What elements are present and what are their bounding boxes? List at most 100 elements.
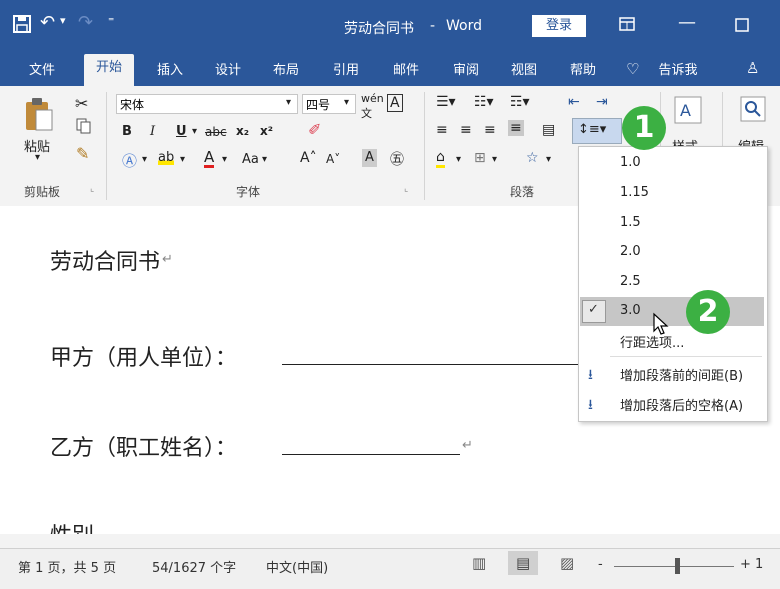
phonetic-guide-icon[interactable]: wén 文 <box>361 92 384 121</box>
line-spacing-option[interactable]: 1.0 <box>620 155 641 170</box>
clipboard-launcher-icon[interactable]: ⌞ <box>90 184 94 194</box>
bold-icon[interactable]: B <box>122 124 132 139</box>
subscript-icon[interactable]: x₂ <box>236 124 249 138</box>
customize-qat-icon[interactable]: ⁼ <box>108 14 114 28</box>
shading-dropdown-icon[interactable]: ▾ <box>456 154 461 165</box>
document-title: 劳动合同书 <box>344 21 414 37</box>
styles-icon[interactable]: A <box>674 96 702 124</box>
share-user-icon[interactable]: ♙ <box>746 59 759 77</box>
chinese-layout-icon[interactable]: ☆ <box>526 150 539 166</box>
align-right-icon[interactable]: ≡ <box>484 122 496 138</box>
undo-icon[interactable]: ↶ <box>40 12 55 33</box>
text-effects-icon[interactable]: Ⓐ <box>122 150 137 171</box>
line-spacing-option[interactable]: 1.5 <box>620 215 641 230</box>
underline-dropdown-icon[interactable]: ▾ <box>192 126 197 137</box>
font-name-combo[interactable]: 宋体 <box>116 94 298 114</box>
separator <box>424 92 425 200</box>
undo-dropdown-icon[interactable]: ▾ <box>60 14 66 27</box>
font-color-icon[interactable]: A <box>204 149 215 168</box>
strikethrough-icon[interactable]: abc <box>205 125 227 139</box>
tab-layout[interactable]: 布局 <box>268 58 304 84</box>
bullets-icon[interactable]: ☰▾ <box>436 94 456 110</box>
borders-dropdown-icon[interactable]: ▾ <box>492 154 497 165</box>
line-spacing-option[interactable]: 2.5 <box>620 274 641 289</box>
status-bar <box>0 548 780 589</box>
highlight-dropdown-icon[interactable]: ▾ <box>180 154 185 165</box>
change-case-label[interactable]: Aa <box>242 152 259 167</box>
find-icon[interactable] <box>740 96 766 122</box>
enclose-characters-icon[interactable]: ㊄ <box>390 149 404 169</box>
zoom-slider-thumb[interactable] <box>675 558 680 574</box>
font-size-dropdown-icon[interactable]: ▾ <box>344 97 349 108</box>
paste-icon[interactable] <box>24 96 54 132</box>
app-name: Word <box>446 18 482 34</box>
checkmark-icon: ✓ <box>588 302 599 317</box>
read-mode-icon[interactable]: ▥ <box>472 554 486 572</box>
decrease-indent-icon[interactable]: ⇤ <box>568 94 580 110</box>
tab-view[interactable]: 视图 <box>506 58 542 84</box>
shrink-font-icon[interactable]: A˅ <box>326 152 340 166</box>
zoom-in-button[interactable]: + 1 <box>740 557 763 572</box>
italic-icon[interactable]: I <box>150 124 155 139</box>
align-left-icon[interactable]: ≡ <box>436 122 448 138</box>
align-center-icon[interactable]: ≡ <box>460 122 472 138</box>
doc-heading[interactable]: 劳动合同书 <box>50 244 160 276</box>
web-layout-icon[interactable]: ▨ <box>560 554 574 572</box>
underline-icon[interactable]: U <box>176 124 187 139</box>
line-spacing-option[interactable]: 2.0 <box>620 244 641 259</box>
tab-review[interactable]: 审阅 <box>448 58 484 84</box>
format-painter-icon[interactable]: ✎ <box>76 144 89 163</box>
tab-home[interactable]: 开始 <box>84 54 134 86</box>
character-shading-icon[interactable]: A <box>362 149 377 167</box>
increase-indent-icon[interactable]: ⇥ <box>596 94 608 110</box>
copy-icon[interactable] <box>76 118 92 134</box>
redo-icon: ↷ <box>78 12 94 33</box>
word-count[interactable]: 54/1627 个字 <box>152 557 236 576</box>
ribbon-display-options-icon[interactable] <box>619 17 635 31</box>
font-color-dropdown-icon[interactable]: ▾ <box>222 154 227 165</box>
highlight-icon[interactable]: ab <box>158 150 175 165</box>
justify-icon[interactable]: ≡ <box>508 120 524 136</box>
doc-party-b-line[interactable]: 乙方（职工姓名）： <box>50 430 237 462</box>
distributed-icon[interactable]: ▤ <box>542 122 555 138</box>
line-spacing-option-selected[interactable]: 3.0 <box>620 303 641 318</box>
tab-insert[interactable]: 插入 <box>152 58 188 84</box>
login-button[interactable]: 登录 <box>532 15 586 37</box>
space-after-icon: ⭳ <box>588 397 593 413</box>
borders-icon[interactable]: ⊞ <box>474 150 486 166</box>
minimize-icon[interactable]: — <box>678 12 696 33</box>
font-launcher-icon[interactable]: ⌞ <box>404 184 408 194</box>
tell-me-search[interactable]: 告诉我 <box>650 58 706 84</box>
language-indicator[interactable]: 中文(中国) <box>266 557 328 576</box>
clear-formatting-icon[interactable]: ✐ <box>308 120 321 139</box>
zoom-out-button[interactable]: - <box>598 557 603 572</box>
multilevel-list-icon[interactable]: ☶▾ <box>510 94 530 110</box>
paste-dropdown-icon[interactable]: ▾ <box>35 152 40 163</box>
numbering-icon[interactable]: ☷▾ <box>474 94 494 110</box>
tab-mailings[interactable]: 邮件 <box>388 58 424 84</box>
character-border-icon[interactable]: A <box>387 94 403 112</box>
save-icon[interactable] <box>12 14 32 34</box>
superscript-icon[interactable]: x² <box>260 124 273 138</box>
chinese-layout-dropdown-icon[interactable]: ▾ <box>546 154 551 165</box>
font-name-dropdown-icon[interactable]: ▾ <box>286 97 291 108</box>
tab-design[interactable]: 设计 <box>210 58 246 84</box>
text-effects-dropdown-icon[interactable]: ▾ <box>142 154 147 165</box>
zoom-slider-track[interactable] <box>614 566 734 567</box>
line-spacing-option[interactable]: 1.15 <box>620 185 649 200</box>
doc-party-a-line[interactable]: 甲方（用人单位）： <box>50 340 237 372</box>
font-group-label: 字体 <box>236 185 261 199</box>
grow-font-icon[interactable]: A˄ <box>300 150 317 166</box>
add-space-after-item[interactable]: 增加段落后的空格(A) <box>620 395 743 414</box>
line-spacing-icon[interactable]: ↕≡▾ <box>578 122 606 137</box>
add-space-before-item[interactable]: 增加段落前的间距(B) <box>620 365 743 384</box>
tab-references[interactable]: 引用 <box>328 58 364 84</box>
maximize-icon[interactable] <box>735 18 749 32</box>
tab-file[interactable]: 文件 <box>22 58 62 84</box>
page-count[interactable]: 第 1 页，共 5 页 <box>18 557 116 576</box>
change-case-dropdown-icon[interactable]: ▾ <box>262 154 267 165</box>
tab-help[interactable]: 帮助 <box>565 58 601 84</box>
shading-icon[interactable]: ⌂ <box>436 150 445 168</box>
mouse-cursor-icon <box>653 312 669 335</box>
cut-icon[interactable]: ✂ <box>75 94 88 113</box>
